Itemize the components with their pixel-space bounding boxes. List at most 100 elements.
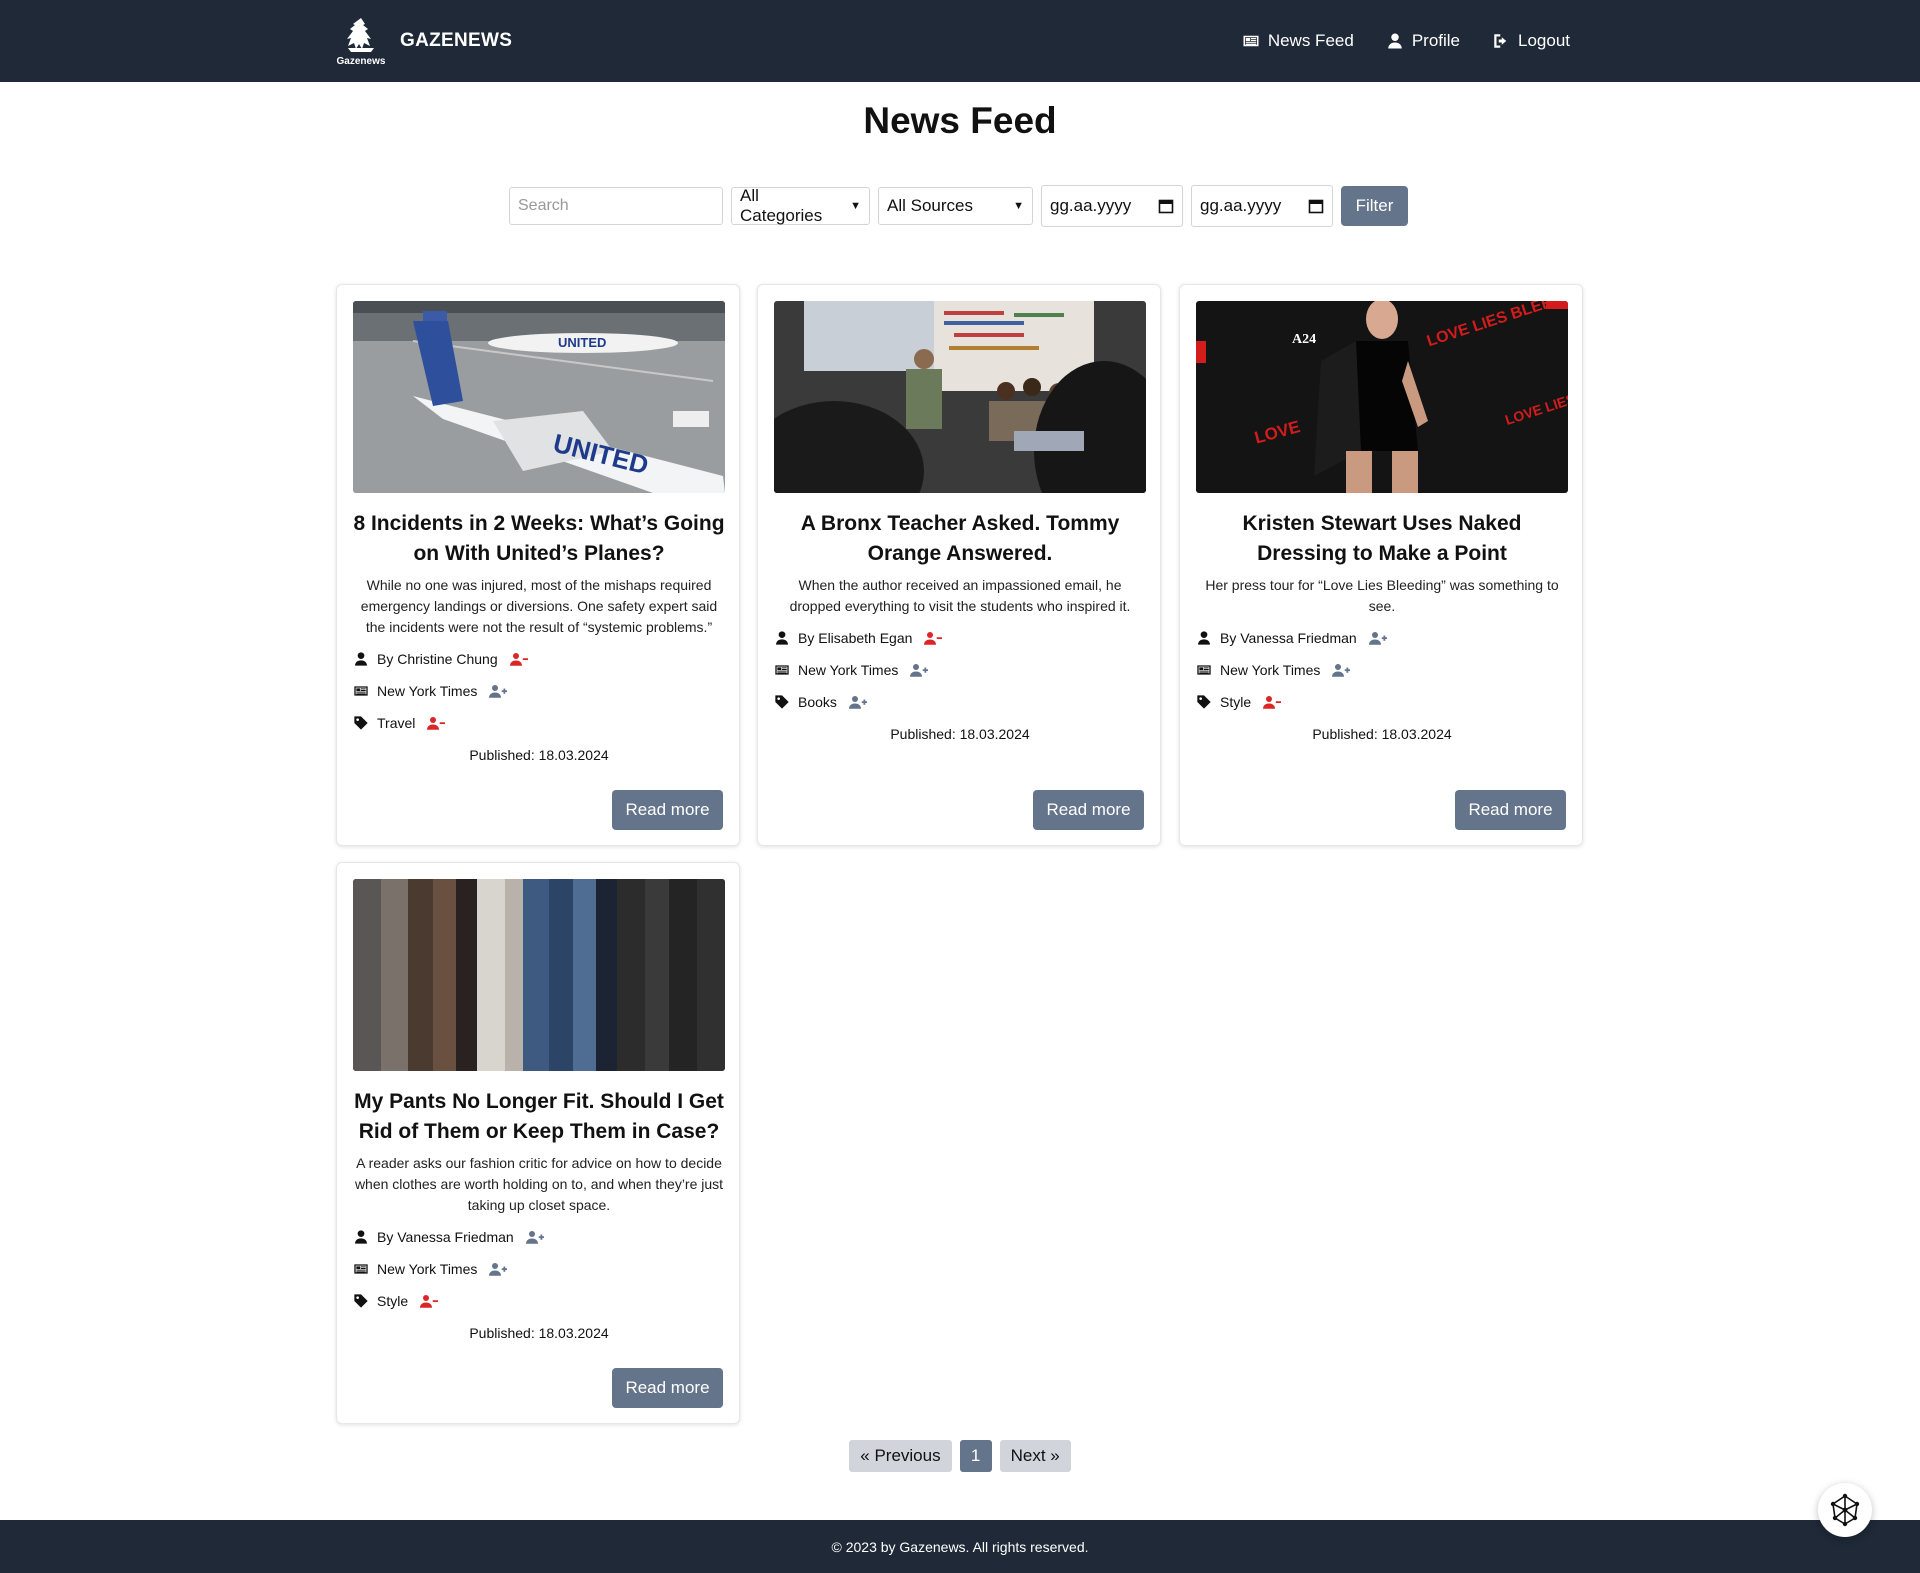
floating-assistant-button[interactable] [1818,1483,1872,1537]
main-nav: News Feed Profile Logout [1210,0,1570,82]
article-category-row: Style [1196,694,1282,710]
article-description: While no one was injured, most of the mi… [360,577,718,635]
nav-news-feed[interactable]: News Feed [1242,31,1354,51]
article-image-red-carpet: A24 LOVE LIES BLEEDING LOVE LOVE LIES [1196,301,1568,493]
article-description: A reader asks our fashion critic for adv… [354,1155,724,1213]
newspaper-icon [1243,35,1259,47]
article-category: Books [798,694,837,710]
svg-text:A24: A24 [1292,332,1316,347]
calendar-icon [1158,199,1174,214]
page-1-button[interactable]: 1 [959,1440,992,1472]
article-author: By Christine Chung [377,651,498,667]
filter-button[interactable]: Filter [1341,186,1408,226]
user-icon [1388,33,1402,49]
user-plus-icon[interactable] [525,1230,544,1244]
read-more-button[interactable]: Read more [612,1368,723,1408]
article-title[interactable]: A Bronx Teacher Asked. Tommy Orange Answ… [774,509,1146,569]
article-author-row: By Vanessa Friedman [353,1229,544,1245]
user-minus-icon[interactable] [1263,695,1282,709]
chevron-down-icon: ▼ [1013,200,1024,212]
article-published: Published: 18.03.2024 [890,726,1030,742]
date-to-input[interactable]: gg.aa.yyyy [1191,185,1333,227]
nav-profile[interactable]: Profile [1386,31,1460,51]
read-more-button[interactable]: Read more [1455,790,1566,830]
search-input[interactable]: Search [509,187,723,225]
category-select-value: All Categories [740,186,823,225]
user-plus-icon[interactable] [1368,631,1387,645]
article-category-row: Books [774,694,867,710]
read-more-button[interactable]: Read more [1033,790,1144,830]
article-title[interactable]: Kristen Stewart Uses Naked Dressing to M… [1196,509,1568,569]
chevron-down-icon: ▼ [850,200,861,212]
user-minus-icon[interactable] [509,652,528,666]
newspaper-icon [354,1264,368,1274]
article-title[interactable]: 8 Incidents in 2 Weeks: What’s Going on … [353,509,725,569]
article-published: Published: 18.03.2024 [1312,726,1452,742]
date-to-value: gg.aa.yyyy [1200,196,1282,215]
tag-icon [1197,695,1211,709]
user-minus-icon[interactable] [427,716,446,730]
article-card: A Bronx Teacher Asked. Tommy Orange Answ… [757,284,1161,846]
gazenews-logo: Gazenews [334,14,388,68]
user-plus-icon[interactable] [848,695,867,709]
article-source: New York Times [1220,662,1321,678]
article-category: Style [377,1293,409,1309]
source-select-value: All Sources [887,196,973,215]
page-title: News Feed [863,100,1057,141]
footer: © 2023 by Gazenews. All rights reserved. [0,1520,1920,1573]
nav-news-feed-label: News Feed [1267,31,1354,50]
tag-icon [775,695,789,709]
user-minus-icon[interactable] [924,631,943,645]
article-source-row: New York Times [353,1261,508,1277]
tag-icon [354,1294,368,1308]
filter-bar: Search All Categories ▼ All Sources ▼ gg… [509,185,1408,227]
search-placeholder: Search [518,197,569,214]
source-select[interactable]: All Sources ▼ [878,187,1033,225]
previous-page-button[interactable]: « Previous [849,1440,952,1472]
svg-text:UNITED: UNITED [558,335,606,350]
calendar-icon [1308,199,1324,214]
nav-logout[interactable]: Logout [1492,31,1570,51]
article-source: New York Times [377,683,478,699]
article-source-row: New York Times [353,683,508,699]
user-icon [1198,631,1210,645]
next-page-button[interactable]: Next » [999,1440,1071,1472]
user-minus-icon[interactable] [420,1294,439,1308]
article-source: New York Times [798,662,899,678]
category-select[interactable]: All Categories ▼ [731,186,870,225]
newspaper-icon [1197,665,1211,675]
article-category-row: Style [353,1293,439,1309]
article-source: New York Times [377,1261,478,1277]
article-category: Travel [377,715,416,731]
date-from-value: gg.aa.yyyy [1050,196,1132,215]
article-published: Published: 18.03.2024 [469,1325,609,1341]
user-plus-icon[interactable] [489,1262,508,1276]
user-plus-icon[interactable] [489,684,508,698]
newspaper-icon [354,686,368,696]
read-more-button[interactable]: Read more [612,790,723,830]
article-description: Her press tour for “Love Lies Bleeding” … [1205,577,1559,614]
brand[interactable]: Gazenews GAZENEWS [334,14,512,68]
article-description: When the author received an impassioned … [789,577,1131,614]
article-title[interactable]: My Pants No Longer Fit. Should I Get Rid… [353,1087,725,1147]
article-card: My Pants No Longer Fit. Should I Get Rid… [336,862,740,1424]
footer-copyright: © 2023 by Gazenews. All rights reserved. [831,1538,1089,1555]
article-author: By Vanessa Friedman [1220,630,1357,646]
network-icon [1830,1493,1860,1527]
newspaper-icon [775,665,789,675]
article-source-row: New York Times [1196,662,1351,678]
brand-name: GAZENEWS [400,30,513,51]
nav-profile-label: Profile [1411,31,1460,50]
pagination: « Previous 1 Next » [0,1440,1920,1472]
user-plus-icon[interactable] [1332,663,1351,677]
nav-logout-label: Logout [1518,31,1570,50]
article-image-airplanes: UNITED UNITED [353,301,725,493]
user-icon [776,631,788,645]
article-image-classroom [774,301,1146,493]
user-plus-icon[interactable] [910,663,929,677]
user-icon [355,652,367,666]
article-published: Published: 18.03.2024 [469,747,609,763]
date-from-input[interactable]: gg.aa.yyyy [1041,185,1183,227]
article-author: By Elisabeth Egan [798,630,913,646]
article-author-row: By Elisabeth Egan [774,630,943,646]
